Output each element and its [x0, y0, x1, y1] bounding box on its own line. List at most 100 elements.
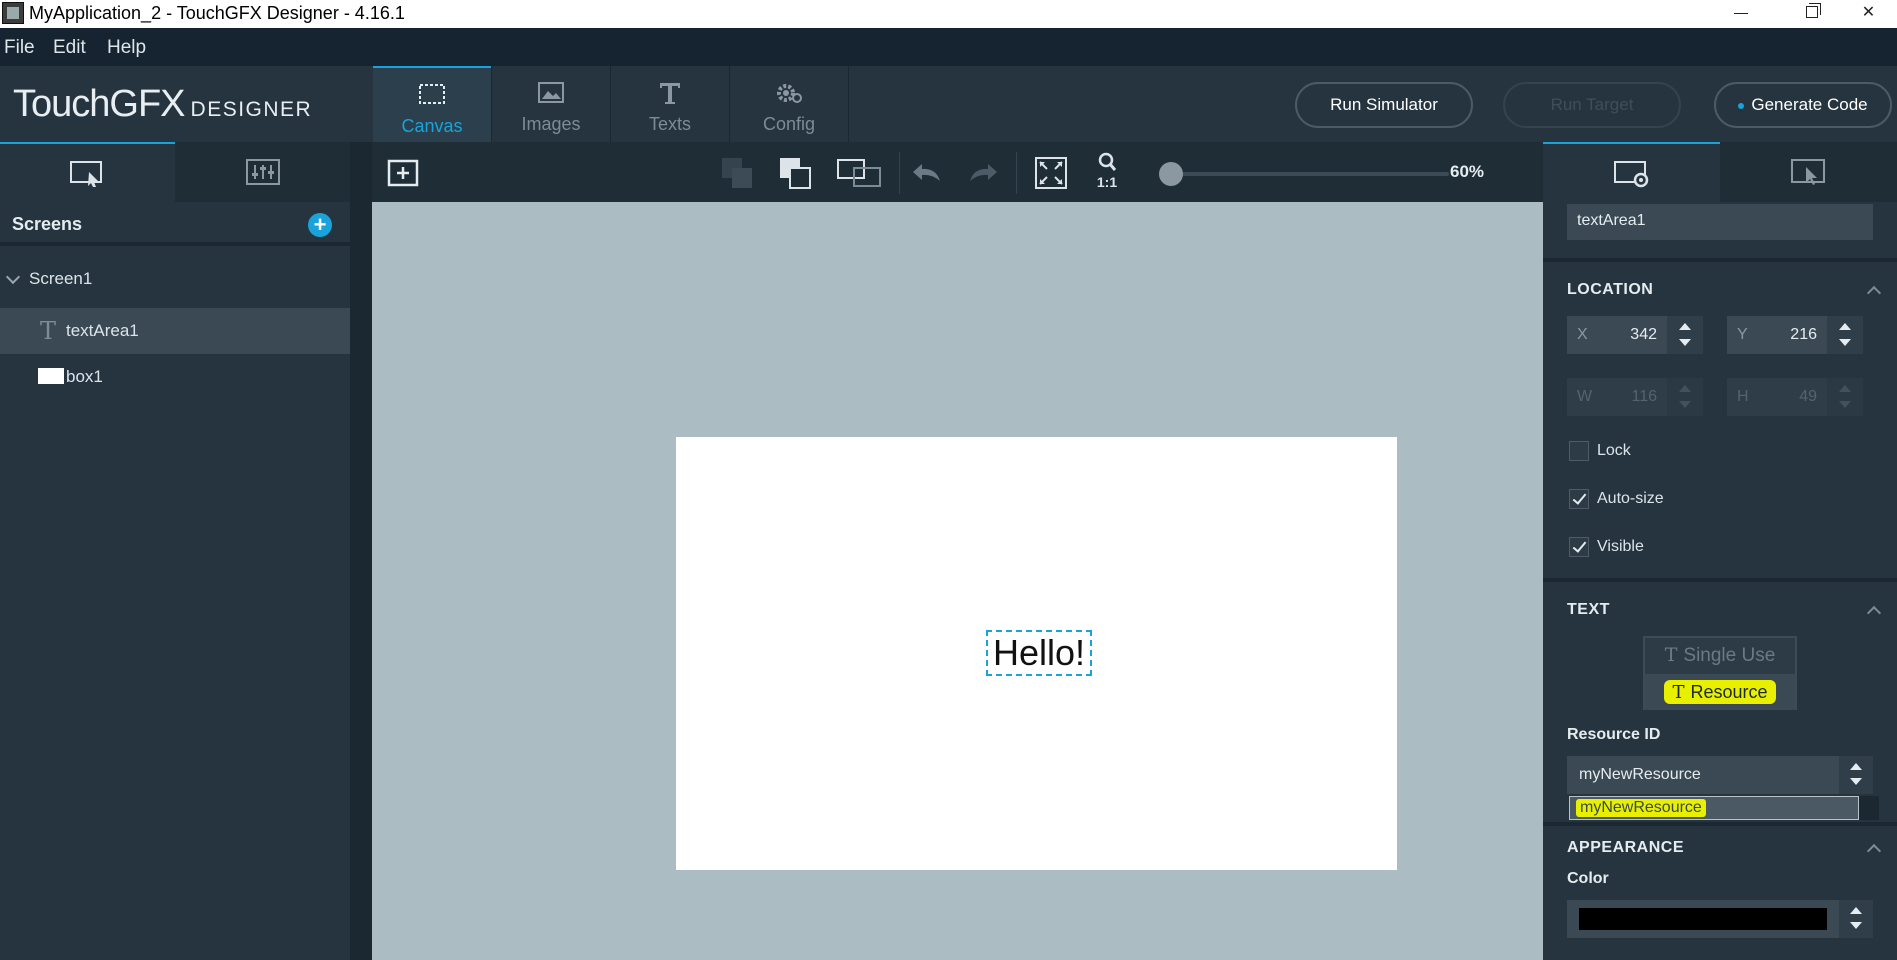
run-target-button[interactable]: Run Target [1503, 82, 1681, 128]
menu-file[interactable]: File [4, 37, 35, 59]
tab-config[interactable]: Config [730, 66, 848, 142]
y-stepper[interactable] [1827, 316, 1863, 354]
add-widget-icon[interactable] [386, 156, 420, 190]
resource-id-stepper[interactable] [1839, 756, 1873, 794]
x-value: 342 [1630, 326, 1657, 343]
collapse-text-icon[interactable] [1866, 605, 1882, 621]
arrow-up-icon[interactable] [1839, 323, 1851, 330]
gear-icon [777, 84, 802, 103]
screens-header: Screens + [0, 202, 350, 246]
tab-images[interactable]: Images [492, 66, 610, 142]
color-swatch[interactable] [1579, 908, 1827, 930]
tree-row-textarea1[interactable]: T textArea1 [0, 308, 350, 354]
menu-edit[interactable]: Edit [53, 37, 86, 59]
collapse-appearance-icon[interactable] [1866, 843, 1882, 859]
zoom-slider-track[interactable] [1159, 172, 1449, 176]
text-icon: T [1664, 644, 1678, 666]
arrange-icon[interactable] [836, 156, 884, 190]
arrow-down-icon[interactable] [1850, 922, 1862, 929]
lock-label: Lock [1597, 442, 1631, 459]
h-value: 49 [1799, 388, 1817, 405]
generate-code-button[interactable]: Generate Code [1714, 82, 1892, 128]
undo-icon[interactable] [910, 156, 944, 190]
box-widget-icon [38, 368, 64, 384]
arrow-down-icon[interactable] [1839, 401, 1851, 408]
color-stepper[interactable] [1839, 900, 1873, 938]
arrow-up-icon[interactable] [1679, 385, 1691, 392]
arrow-up-icon[interactable] [1850, 763, 1862, 770]
tab-canvas[interactable]: Canvas [373, 66, 491, 142]
sliders-icon [246, 159, 280, 185]
main-toolbar: TouchGFX DESIGNER Canvas Images Texts Con… [0, 66, 1897, 142]
tab-screens-tree[interactable] [0, 142, 175, 202]
properties-panel: textArea1 LOCATION X 342 Y 216 W 116 H 4… [1543, 142, 1897, 960]
arrow-up-icon[interactable] [1850, 907, 1862, 914]
single-use-option[interactable]: T Single Use [1645, 638, 1795, 672]
status-dot-icon [1738, 102, 1745, 109]
arrow-up-icon[interactable] [1679, 323, 1691, 330]
window-title-bar: MyApplication_2 - TouchGFX Designer - 4.… [0, 0, 1897, 28]
fit-to-screen-icon[interactable] [1034, 156, 1068, 190]
interaction-icon [1791, 159, 1825, 185]
redo-icon[interactable] [966, 156, 1000, 190]
visible-label: Visible [1597, 538, 1644, 555]
x-stepper[interactable] [1667, 316, 1703, 354]
screen-cursor-icon [70, 161, 102, 187]
collapse-location-icon[interactable] [1866, 285, 1882, 301]
screen-preview[interactable]: Hello! [676, 437, 1397, 870]
x-field[interactable]: X 342 [1567, 316, 1703, 354]
close-button[interactable]: ✕ [1840, 0, 1897, 28]
zoom-label: 60% [1450, 162, 1485, 181]
arrow-up-icon[interactable] [1839, 385, 1851, 392]
visible-checkbox[interactable] [1569, 537, 1589, 557]
tab-properties[interactable] [1543, 142, 1720, 202]
send-backward-icon[interactable] [720, 156, 754, 190]
w-field[interactable]: W 116 [1567, 378, 1703, 416]
restore-button[interactable] [1778, 0, 1846, 28]
zoom-one-to-one-button[interactable]: 1:1 [1090, 152, 1124, 196]
canvas-toolbar: 1:1 60% [372, 142, 1543, 202]
arrow-down-icon[interactable] [1839, 339, 1851, 346]
lock-checkbox[interactable] [1569, 441, 1589, 461]
text-icon: T [1672, 682, 1685, 703]
resource-option[interactable]: T Resource [1645, 674, 1795, 710]
minimize-button[interactable] [1706, 0, 1774, 28]
arrow-down-icon[interactable] [1679, 339, 1691, 346]
tab-texts-label: Texts [648, 114, 691, 134]
generate-code-label: Generate Code [1751, 95, 1868, 114]
h-stepper[interactable] [1827, 378, 1863, 416]
widget-name-field[interactable]: textArea1 [1567, 204, 1873, 240]
tab-interactions[interactable] [175, 142, 350, 202]
run-simulator-button[interactable]: Run Simulator [1295, 82, 1473, 128]
add-screen-button[interactable]: + [308, 213, 332, 237]
minimize-icon [1734, 13, 1748, 14]
y-value: 216 [1790, 326, 1817, 343]
text-icon [660, 83, 680, 104]
y-field[interactable]: Y 216 [1727, 316, 1863, 354]
color-field[interactable] [1567, 900, 1839, 938]
menu-help[interactable]: Help [107, 37, 146, 59]
image-icon [538, 82, 564, 103]
resource-dropdown-list: myNewResource [1569, 796, 1859, 820]
screens-panel: Screens + Screen1 T textArea1 box1 [0, 142, 350, 960]
tree-row-box1[interactable]: box1 [0, 354, 350, 400]
resource-id-label: Resource ID [1567, 726, 1661, 743]
color-label: Color [1567, 870, 1609, 887]
tree-row-screen1[interactable]: Screen1 [0, 256, 350, 302]
tab-interactions-right[interactable] [1720, 142, 1897, 202]
w-stepper[interactable] [1667, 378, 1703, 416]
panel-splitter[interactable] [350, 142, 372, 960]
zoom-slider-thumb[interactable] [1158, 162, 1183, 186]
tab-texts[interactable]: Texts [611, 66, 729, 142]
canvas-area[interactable]: Hello! [372, 202, 1543, 960]
h-field[interactable]: H 49 [1727, 378, 1863, 416]
bring-forward-icon[interactable] [778, 156, 812, 190]
auto-size-checkbox[interactable] [1569, 489, 1589, 509]
selected-text-area[interactable]: Hello! [986, 630, 1092, 676]
resource-id-select[interactable]: myNewResource [1567, 756, 1839, 794]
appearance-section-title: APPEARANCE [1567, 839, 1685, 856]
resource-dropdown-item[interactable]: myNewResource [1576, 799, 1706, 817]
arrow-down-icon[interactable] [1679, 401, 1691, 408]
arrow-down-icon[interactable] [1850, 778, 1862, 785]
chevron-down-icon[interactable] [5, 269, 21, 285]
